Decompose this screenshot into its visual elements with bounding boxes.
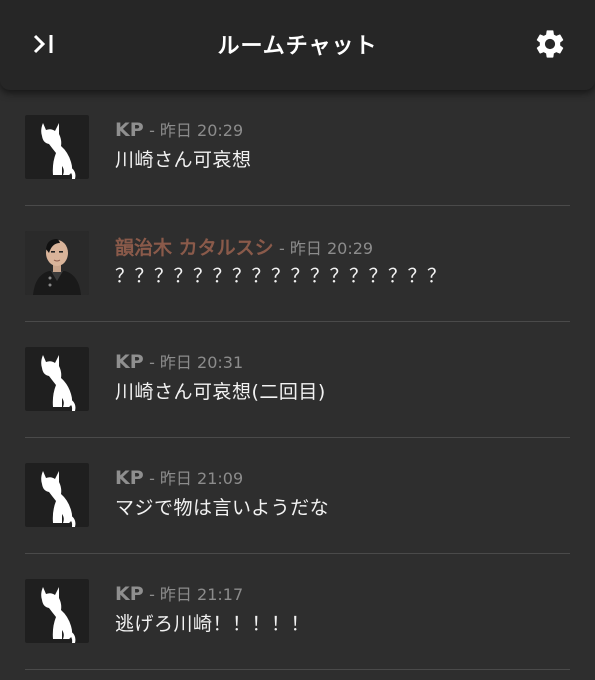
sender-name: KP	[115, 119, 144, 141]
message-meta: 韻治木 カタルスシ - 昨日 20:29	[115, 233, 373, 260]
character-portrait-icon	[25, 231, 89, 295]
sender-name: KP	[115, 351, 144, 373]
avatar	[25, 463, 89, 527]
message-time: - 昨日 20:29	[149, 121, 244, 140]
gear-icon	[536, 30, 564, 58]
message-text: マジで物は言いようだな	[115, 497, 330, 519]
chat-message: KP - 昨日 20:31 川崎さん可哀想(二回目)	[0, 322, 595, 438]
avatar	[25, 115, 89, 179]
message-meta: KP - 昨日 21:17	[115, 581, 243, 605]
settings-button[interactable]	[528, 22, 572, 66]
message-time: - 昨日 21:17	[149, 585, 244, 604]
message-meta: KP - 昨日 21:09	[115, 465, 243, 489]
message-time: - 昨日 20:29	[279, 239, 374, 258]
avatar	[25, 347, 89, 411]
page-title: ルームチャット	[217, 34, 378, 59]
message-text: 川崎さん可哀想(二回目)	[115, 381, 326, 403]
chat-message: KP - 昨日 21:09 マジで物は言いようだな	[0, 438, 595, 554]
message-meta: KP - 昨日 20:29	[115, 117, 243, 141]
avatar	[25, 231, 89, 295]
avatar	[25, 579, 89, 643]
sender-name: 韻治木 カタルスシ	[115, 237, 274, 259]
message-text: ？？？？？？？？？？？？？？？？？	[115, 265, 447, 287]
cat-silhouette-icon	[41, 123, 76, 179]
message-time: - 昨日 20:31	[149, 353, 244, 372]
message-text: 川崎さん可哀想	[115, 149, 252, 171]
chat-message: KP - 昨日 21:17 逃げろ川崎！！！！！	[0, 554, 595, 670]
cat-silhouette-icon	[41, 355, 76, 411]
sender-name: KP	[115, 467, 144, 489]
room-chat-app: ルームチャット KP - 昨日 20:29 川崎さん可哀想 韻治木 カタルスシ …	[0, 0, 595, 680]
message-list: KP - 昨日 20:29 川崎さん可哀想 韻治木 カタルスシ - 昨日 20:…	[0, 90, 595, 670]
cat-silhouette-icon	[41, 587, 76, 643]
message-meta: KP - 昨日 20:31	[115, 349, 243, 373]
chat-message: 韻治木 カタルスシ - 昨日 20:29 ？？？？？？？？？？？？？？？？？	[0, 206, 595, 322]
cat-silhouette-icon	[41, 471, 76, 527]
divider	[25, 669, 570, 670]
app-header: ルームチャット	[0, 0, 595, 90]
message-time: - 昨日 21:09	[149, 469, 244, 488]
sender-name: KP	[115, 583, 144, 605]
message-text: 逃げろ川崎！！！！！	[115, 613, 311, 635]
chat-message: KP - 昨日 20:29 川崎さん可哀想	[0, 90, 595, 206]
